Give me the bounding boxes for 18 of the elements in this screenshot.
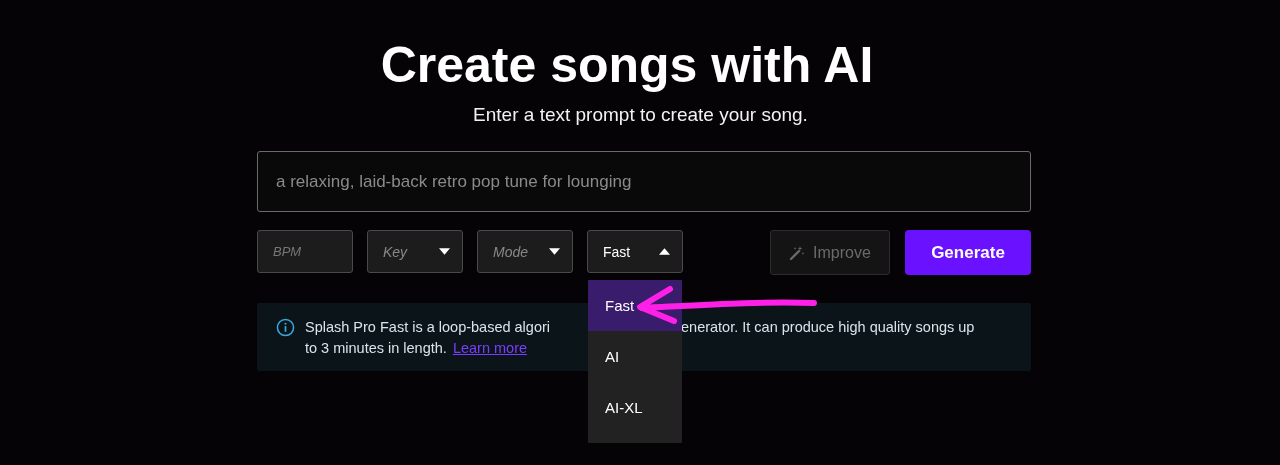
caret-icon	[549, 248, 560, 255]
page-title: Create songs with AI	[379, 36, 875, 94]
info-text: to 3 minutes in length.	[305, 339, 447, 357]
menu-option[interactable]: AI-XL	[588, 382, 682, 433]
info-text: enerator. It can produce high quality songs up	[681, 318, 975, 336]
learn-more-link[interactable]: Learn more	[452, 339, 528, 357]
dropdown[interactable]: Fast	[587, 230, 683, 273]
generate-button[interactable]: Generate	[905, 230, 1031, 275]
prompt-field[interactable]: a relaxing, laid-back retro pop tune for lounging	[257, 151, 1031, 212]
info-icon	[276, 318, 295, 337]
dropdown[interactable]: Mode	[477, 230, 573, 273]
page-subtitle: Enter a text prompt to create your song.	[472, 104, 809, 126]
menu-option[interactable]: AI	[588, 331, 682, 382]
info-text: Splash Pro Fast is a loop-based algori	[305, 319, 551, 335]
dropdown[interactable]: Key	[367, 230, 463, 273]
caret-icon	[659, 248, 670, 255]
caret-icon	[439, 248, 450, 255]
bpm-field[interactable]: BPM	[257, 230, 353, 273]
